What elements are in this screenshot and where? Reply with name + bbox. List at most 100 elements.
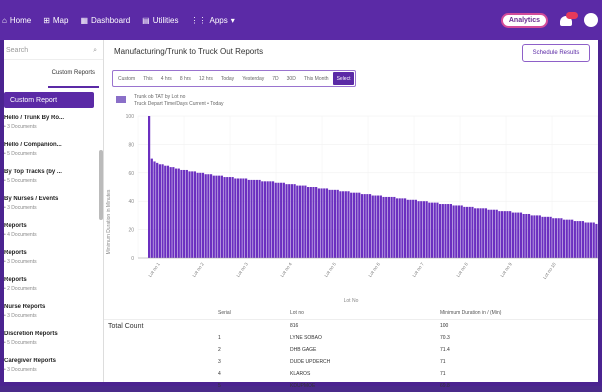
- table-row[interactable]: 4 KLAROS 71: [104, 368, 598, 380]
- table-row[interactable]: 1 LYNE SOBAO 70.3: [104, 332, 598, 344]
- chart-bar: [406, 199, 409, 258]
- date-option[interactable]: Select: [332, 72, 355, 85]
- table-row[interactable]: 3 DUDE UPDERCH 71: [104, 356, 598, 368]
- chart-bar: [571, 219, 574, 258]
- chart-bar: [174, 168, 178, 258]
- search-icon[interactable]: ⌕: [93, 47, 97, 55]
- report-meta: • 3 Documents: [4, 259, 37, 265]
- date-option[interactable]: Custom: [114, 76, 139, 82]
- chart-bar: [296, 185, 299, 258]
- chart-bar: [261, 181, 264, 258]
- nav-item-apps[interactable]: ⋮⋮ Apps ▾: [191, 16, 235, 25]
- sidebar-report-item[interactable]: Reports • 4 Documents: [4, 220, 103, 247]
- chart-bar: [409, 199, 412, 258]
- table-row[interactable]: 2 DHB GAGE 71.4: [104, 344, 598, 356]
- report-meta: • 3 Documents: [4, 205, 37, 211]
- date-option[interactable]: This Month: [300, 76, 333, 82]
- legend-title: Trunk ob TAT by Lot no: [134, 94, 186, 100]
- chart-bar: [549, 216, 552, 258]
- sidebar: Search ⌕ Custom Reports Custom Report He…: [4, 40, 104, 382]
- tab-custom-reports[interactable]: Custom Reports: [47, 67, 99, 88]
- table-header-cell[interactable]: Minimum Duration in / (Min): [440, 310, 590, 316]
- date-option[interactable]: Today: [217, 76, 238, 82]
- search-input[interactable]: Search ⌕: [4, 42, 103, 60]
- chart-bar: [444, 204, 447, 258]
- nav-item-home[interactable]: ⌂ Home: [2, 16, 31, 25]
- x-tick-label: Lot no 5: [323, 261, 337, 278]
- chart-bar: [457, 205, 461, 258]
- report-title: Hello / Trunk By Ro...: [4, 115, 65, 121]
- date-option[interactable]: 7D: [268, 76, 282, 82]
- notification-bell-icon[interactable]: [558, 12, 578, 28]
- chart-bar: [344, 191, 347, 258]
- chart-bar: [315, 187, 318, 258]
- chart-bar: [393, 196, 396, 258]
- chart-bar: [544, 216, 547, 258]
- bar-chart: 020406080100 Lot no 1 Lot no 2 Lot no 3 Lot…: [106, 114, 598, 304]
- avatar[interactable]: [584, 13, 598, 27]
- date-option[interactable]: 12 hrs: [195, 76, 217, 82]
- chart-bar: [298, 185, 302, 258]
- chart-bar: [463, 206, 466, 258]
- table-header-cell[interactable]: Lot no: [290, 310, 440, 316]
- chart-bar: [382, 196, 385, 258]
- chart-bar: [517, 212, 520, 258]
- x-tick-label: Lot no 10: [542, 261, 557, 280]
- custom-report-button[interactable]: Custom Report: [4, 92, 94, 108]
- table-cell: LYNE SOBAO: [290, 335, 322, 341]
- chart-bar: [417, 201, 420, 258]
- analytics-button[interactable]: Analytics: [500, 12, 548, 28]
- date-option[interactable]: 4 hrs: [157, 76, 176, 82]
- table-cell: 4: [218, 371, 221, 377]
- chart-bar: [379, 195, 382, 258]
- y-tick-label: 40: [128, 199, 134, 205]
- sidebar-report-item[interactable]: By Nurses / Events • 3 Documents: [4, 193, 103, 220]
- sidebar-report-item[interactable]: Hello / Companion... • 5 Documents: [4, 139, 103, 166]
- sidebar-report-item[interactable]: Caregiver Reports • 3 Documents: [4, 355, 103, 382]
- sidebar-report-item[interactable]: Hello / Trunk By Ro... • 3 Documents: [4, 112, 103, 139]
- schedule-results-button[interactable]: Schedule Results: [522, 44, 590, 62]
- table-row[interactable]: Total Count 816 100: [104, 320, 598, 332]
- report-meta: • 5 Documents: [4, 178, 37, 184]
- date-option[interactable]: 30D: [283, 76, 300, 82]
- chart-bar: [430, 202, 434, 258]
- sidebar-report-item[interactable]: Discretion Reports • 5 Documents: [4, 328, 103, 355]
- chevron-down-icon: ▾: [230, 15, 235, 25]
- chart-bar: [595, 223, 598, 258]
- chart-bar: [360, 194, 364, 258]
- table-row[interactable]: 5 KDUPMOE 69.8: [104, 380, 598, 392]
- sidebar-report-item[interactable]: Reports • 3 Documents: [4, 247, 103, 274]
- map-icon: ⊞: [43, 15, 50, 25]
- legend-subtitle: Truck Depart Time/Days Current • Today: [134, 101, 224, 107]
- date-option[interactable]: 8 hrs: [176, 76, 195, 82]
- chart-bar: [309, 187, 312, 258]
- chart-bar: [425, 201, 428, 258]
- sidebar-report-item[interactable]: Reports • 2 Documents: [4, 274, 103, 301]
- chart-bar: [312, 187, 315, 258]
- sidebar-scrollbar[interactable]: [99, 150, 103, 220]
- nav-item-utilities[interactable]: ▤ Utilities: [142, 16, 178, 25]
- chart-bar: [266, 181, 269, 258]
- chart-bar: [387, 196, 391, 258]
- nav-item-map[interactable]: ⊞ Map: [43, 16, 68, 25]
- nav-item-dashboard[interactable]: ▦ Dashboard: [80, 16, 130, 25]
- table-cell: DHB GAGE: [290, 347, 317, 353]
- chart-bar: [331, 189, 334, 258]
- chart-bar: [420, 201, 423, 258]
- chart-bar: [363, 194, 366, 258]
- date-option[interactable]: Yesterday: [238, 76, 268, 82]
- chart-bar: [368, 194, 372, 258]
- chart-bar: [490, 209, 493, 258]
- chart-bar: [236, 178, 240, 258]
- y-tick-label: 60: [128, 171, 134, 177]
- table-header-cell[interactable]: Serial: [218, 310, 290, 316]
- chart-bar: [158, 164, 161, 258]
- chart-bar: [250, 179, 253, 258]
- sidebar-report-item[interactable]: By Top Tracks (by ... • 5 Documents: [4, 166, 103, 193]
- date-option[interactable]: This: [139, 76, 156, 82]
- sidebar-report-item[interactable]: Nurse Reports • 3 Documents: [4, 301, 103, 328]
- chart-xticks: Lot no 1 Lot no 2 Lot no 3 Lot no 4 Lot no 5…: [147, 261, 557, 280]
- chart-bar: [471, 206, 474, 258]
- chart-bar: [554, 218, 558, 258]
- x-tick-label: Lot no 6: [367, 261, 381, 278]
